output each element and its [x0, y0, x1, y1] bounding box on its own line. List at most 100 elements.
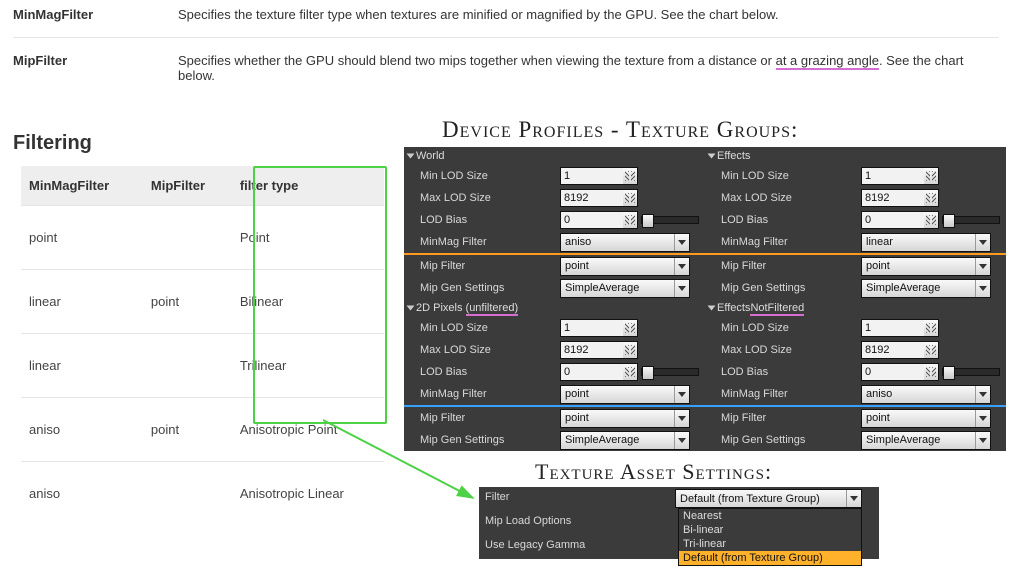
- dropdown-arrow-icon: [975, 386, 990, 403]
- dropdown[interactable]: SimpleAverage: [560, 279, 690, 298]
- number-input[interactable]: [861, 341, 939, 359]
- dropdown[interactable]: aniso: [861, 385, 991, 404]
- dropdown[interactable]: linear: [861, 233, 991, 252]
- spinner-handle-icon[interactable]: [623, 168, 637, 184]
- table-cell: aniso: [21, 398, 143, 462]
- dropdown-arrow-icon: [674, 234, 689, 251]
- slider[interactable]: [942, 368, 1000, 376]
- slider[interactable]: [641, 216, 699, 224]
- spinner-handle-icon[interactable]: [623, 364, 637, 380]
- dropdown[interactable]: point: [560, 257, 690, 276]
- definition-desc: Specifies the texture filter type when t…: [178, 7, 999, 22]
- dropdown-value: aniso: [561, 236, 674, 248]
- dropdown[interactable]: SimpleAverage: [861, 279, 991, 298]
- table-header: filter type: [232, 166, 384, 206]
- number-input[interactable]: [560, 319, 638, 337]
- definition-name: MipFilter: [13, 53, 178, 83]
- number-field[interactable]: [561, 190, 623, 206]
- dropdown-arrow-icon: [674, 280, 689, 297]
- slider-thumb[interactable]: [943, 214, 955, 228]
- dropdown[interactable]: point: [861, 257, 991, 276]
- slider-thumb[interactable]: [642, 366, 654, 380]
- setting-label: Mip Gen Settings: [420, 282, 560, 294]
- number-input[interactable]: [560, 341, 638, 359]
- dropdown[interactable]: point: [861, 409, 991, 428]
- number-input[interactable]: [560, 363, 638, 381]
- dropdown-option[interactable]: Tri-linear: [679, 537, 861, 551]
- definition-row: MipFilter Specifies whether the GPU shou…: [13, 46, 999, 90]
- group-header[interactable]: Effects: [705, 147, 1006, 165]
- table-cell: Point: [232, 206, 384, 270]
- number-input[interactable]: [861, 211, 939, 229]
- texture-group: EffectsNotFilteredMin LOD SizeMax LOD Si…: [705, 299, 1006, 451]
- setting-label: MinMag Filter: [420, 388, 560, 400]
- dropdown[interactable]: SimpleAverage: [861, 431, 991, 450]
- filter-table: MinMagFilter MipFilter filter type point…: [21, 166, 384, 525]
- setting-label: Use Legacy Gamma: [485, 537, 675, 551]
- number-field[interactable]: [862, 364, 924, 380]
- number-input[interactable]: [861, 167, 939, 185]
- number-field[interactable]: [561, 320, 623, 336]
- group-header[interactable]: 2D Pixels (unfiltered): [404, 299, 705, 317]
- spinner-handle-icon[interactable]: [924, 212, 938, 228]
- dropdown-arrow-icon: [975, 432, 990, 449]
- number-input[interactable]: [560, 189, 638, 207]
- dropdown-option[interactable]: Default (from Texture Group): [679, 551, 861, 565]
- slider[interactable]: [641, 368, 699, 376]
- dropdown-value: SimpleAverage: [561, 434, 674, 446]
- dropdown[interactable]: aniso: [560, 233, 690, 252]
- section-title: Filtering: [13, 132, 92, 155]
- spinner-handle-icon[interactable]: [924, 342, 938, 358]
- setting-label: LOD Bias: [420, 214, 560, 226]
- slider-thumb[interactable]: [642, 214, 654, 228]
- spinner-handle-icon[interactable]: [924, 320, 938, 336]
- number-field[interactable]: [862, 190, 924, 206]
- setting-label: Min LOD Size: [721, 170, 861, 182]
- number-field[interactable]: [862, 212, 924, 228]
- dropdown-value: linear: [862, 236, 975, 248]
- number-field[interactable]: [862, 168, 924, 184]
- spinner-handle-icon[interactable]: [924, 364, 938, 380]
- number-input[interactable]: [861, 189, 939, 207]
- spinner-handle-icon[interactable]: [623, 212, 637, 228]
- number-field[interactable]: [561, 342, 623, 358]
- dropdown-option[interactable]: Bi-linear: [679, 523, 861, 537]
- slider[interactable]: [942, 216, 1000, 224]
- group-header[interactable]: World: [404, 147, 705, 165]
- setting-label: LOD Bias: [721, 214, 861, 226]
- slider-thumb[interactable]: [943, 366, 955, 380]
- dropdown[interactable]: point: [560, 409, 690, 428]
- texture-group: WorldMin LOD SizeMax LOD SizeLOD BiasMin…: [404, 147, 705, 299]
- number-input[interactable]: [861, 319, 939, 337]
- dropdown-value: point: [862, 260, 975, 272]
- table-row: anisopointAnisotropic Point: [21, 398, 384, 462]
- group-header[interactable]: EffectsNotFiltered: [705, 299, 1006, 317]
- number-input[interactable]: [560, 167, 638, 185]
- spinner-handle-icon[interactable]: [924, 168, 938, 184]
- dropdown-value: SimpleAverage: [862, 434, 975, 446]
- filter-dropdown-options[interactable]: NearestBi-linearTri-linearDefault (from …: [678, 508, 862, 566]
- spinner-handle-icon[interactable]: [623, 320, 637, 336]
- dropdown-value: Default (from Texture Group): [676, 493, 846, 505]
- filter-dropdown[interactable]: Default (from Texture Group): [675, 489, 862, 508]
- spinner-handle-icon[interactable]: [623, 342, 637, 358]
- dropdown-option[interactable]: Nearest: [679, 509, 861, 523]
- dropdown[interactable]: SimpleAverage: [560, 431, 690, 450]
- number-field[interactable]: [561, 364, 623, 380]
- table-cell: linear: [21, 270, 143, 334]
- number-field[interactable]: [561, 168, 623, 184]
- number-field[interactable]: [862, 320, 924, 336]
- dropdown-arrow-icon: [846, 490, 861, 507]
- table-cell: aniso: [21, 462, 143, 526]
- number-input[interactable]: [861, 363, 939, 381]
- setting-label: Mip Filter: [420, 260, 560, 272]
- number-field[interactable]: [561, 212, 623, 228]
- dropdown[interactable]: point: [560, 385, 690, 404]
- spinner-handle-icon[interactable]: [623, 190, 637, 206]
- dropdown-arrow-icon: [674, 410, 689, 427]
- dropdown-arrow-icon: [975, 280, 990, 297]
- number-field[interactable]: [862, 342, 924, 358]
- number-input[interactable]: [560, 211, 638, 229]
- spinner-handle-icon[interactable]: [924, 190, 938, 206]
- setting-label: Min LOD Size: [420, 170, 560, 182]
